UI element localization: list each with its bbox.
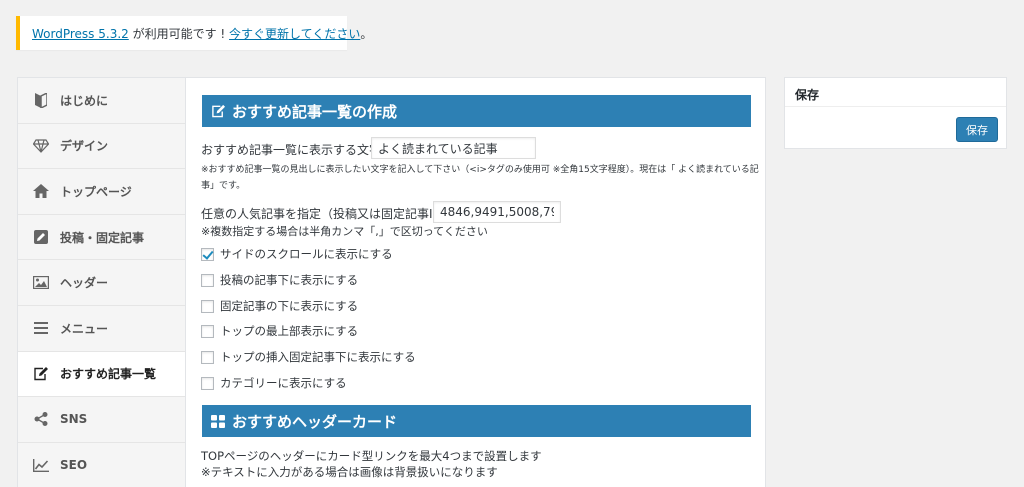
grid-icon [210,413,226,429]
option-below-page[interactable]: 固定記事の下に表示にする [201,298,358,314]
menu-lines-icon [33,320,49,336]
section-header-header-cards: おすすめヘッダーカード [202,405,751,437]
settings-sidebar: はじめに デザイン トップページ 投稿・固定記事 ヘッダー メニュー おすすめ記… [17,77,186,487]
home-icon [33,183,49,199]
recommended-title-note-cont: 事」です。 [201,181,246,191]
checkbox-label: トップの最上部表示にする [220,324,359,338]
share-icon [33,411,49,427]
sidebar-item-design[interactable]: デザイン [18,124,185,170]
header-cards-desc: TOPページのヘッダーにカード型リンクを最大4つまで設置します [201,449,542,463]
checkbox[interactable] [201,273,214,287]
checkbox[interactable] [201,324,214,338]
section-header-recommended: おすすめ記事一覧の作成 [202,95,751,127]
checkbox-label: トップの挿入固定記事下に表示にする [220,350,416,364]
checkbox-label: 固定記事の下に表示にする [220,299,359,313]
checkbox-label: 投稿の記事下に表示にする [220,273,359,287]
sidebar-item-label: おすすめ記事一覧 [60,367,157,382]
save-button[interactable]: 保存 [956,117,998,142]
edit-icon [33,366,49,382]
recommended-title-note: ※おすすめ記事一覧の見出しに表示したい文字を記入して下さい（<i>タグのみ使用可… [201,165,759,175]
sidebar-item-seo[interactable]: SEO [18,443,185,487]
recommended-title-label: おすすめ記事一覧に表示する文字： [201,143,394,157]
sidebar-item-recommended-articles[interactable]: おすすめ記事一覧 [18,351,185,398]
popular-ids-input[interactable] [433,201,561,223]
sidebar-item-posts[interactable]: 投稿・固定記事 [18,215,185,261]
sidebar-item-label: SEO [60,458,88,473]
beginner-mark-icon [33,92,49,108]
option-category[interactable]: カテゴリーに表示にする [201,375,347,391]
sidebar-item-menu[interactable]: メニュー [18,306,185,352]
checkbox[interactable] [201,350,214,364]
checkbox[interactable] [201,299,214,313]
sidebar-item-label: メニュー [60,321,109,336]
sidebar-item-top-page[interactable]: トップページ [18,169,185,215]
save-box: 保存 保存 [784,77,1007,149]
checkbox[interactable] [201,376,214,390]
option-top-header[interactable]: トップの最上部表示にする [201,323,358,339]
recommended-title-input[interactable] [371,137,536,159]
notice-end-text: 。 [360,27,373,41]
option-top-inserted-page[interactable]: トップの挿入固定記事下に表示にする [201,349,416,365]
save-box-title: 保存 [785,78,1006,107]
section-title: おすすめヘッダーカード [232,412,398,431]
sidebar-item-label: デザイン [60,139,109,154]
update-notice: WordPress 5.3.2 が利用可能です ! 今すぐ更新してください。 [16,16,372,50]
notice-text: が利用可能です ! [128,27,230,41]
wordpress-version-link[interactable]: WordPress 5.3.2 [32,27,129,41]
sidebar-item-label: SNS [60,412,88,427]
checkbox[interactable] [201,247,214,261]
sidebar-item-label: 投稿・固定記事 [60,230,145,245]
settings-panel: おすすめ記事一覧の作成 おすすめ記事一覧に表示する文字： ※おすすめ記事一覧の見… [186,77,766,487]
sidebar-item-label: はじめに [60,93,109,108]
sidebar-item-beginner[interactable]: はじめに [18,78,185,124]
image-icon [33,275,49,291]
sidebar-item-label: ヘッダー [60,276,109,291]
checkbox-label: カテゴリーに表示にする [220,376,347,390]
sidebar-item-header[interactable]: ヘッダー [18,260,185,306]
section-title: おすすめ記事一覧の作成 [232,102,398,121]
sidebar-item-label: トップページ [60,184,132,199]
option-below-post[interactable]: 投稿の記事下に表示にする [201,272,358,288]
update-now-link[interactable]: 今すぐ更新してください [229,27,360,41]
chart-line-icon [33,457,49,473]
popular-ids-note: ※複数指定する場合は半角カンマ「,」で区切ってください [201,225,488,238]
sidebar-item-sns[interactable]: SNS [18,397,185,443]
pencil-icon [33,229,49,245]
popular-ids-label: 任意の人気記事を指定（投稿又は固定記事ID）： [201,207,460,221]
checkbox-label: サイドのスクロールに表示にする [220,247,393,261]
diamond-icon [33,138,49,154]
option-sidebar-scroll[interactable]: サイドのスクロールに表示にする [201,246,393,262]
header-cards-note: ※テキストに入力がある場合は画像は背景扱いになります [201,465,498,479]
edit-icon [210,103,226,119]
